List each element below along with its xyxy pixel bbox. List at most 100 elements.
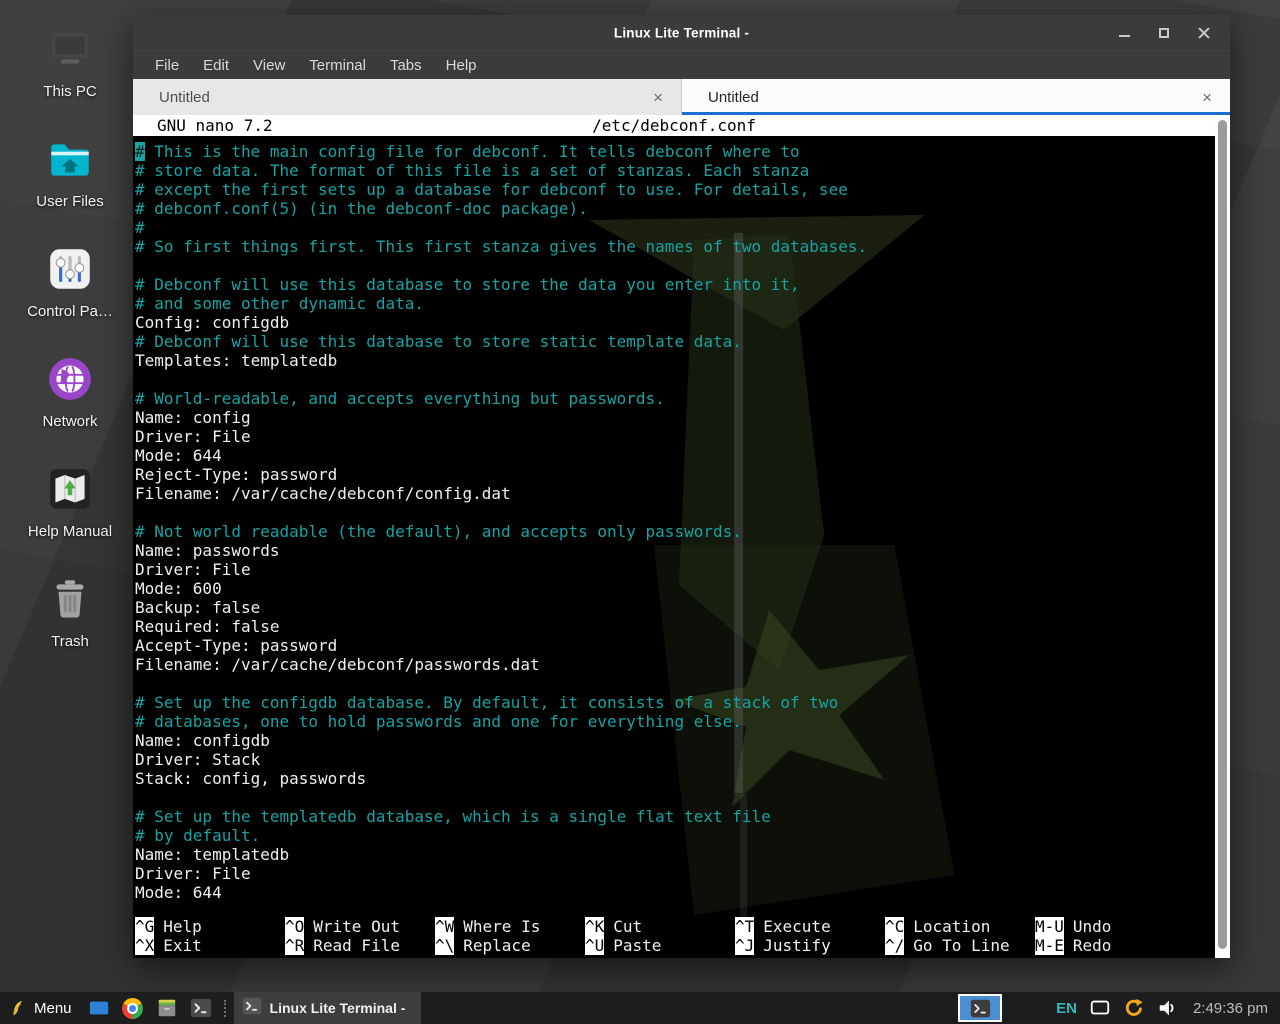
desktop-icon-label: Control Pa… [27,303,113,320]
keyboard-layout-indicator[interactable]: EN [1056,1000,1077,1017]
shortcut-key: M-E [1035,936,1064,955]
scrollbar-thumb[interactable] [1218,120,1227,949]
shortcut-label: Where Is [463,917,540,936]
menu-button[interactable]: Menu [0,992,82,1024]
terminal-window: Linux Lite Terminal - File Edit View Termin… [133,15,1230,958]
editor-line: Accept-Type: password [135,636,1215,655]
desktop-icon-label: This PC [43,83,96,100]
desktop-icon-network[interactable]: Network [10,354,130,450]
desktop-icon-this-pc[interactable]: This PC [10,24,130,120]
menu-terminal[interactable]: Terminal [309,57,366,74]
updates-icon[interactable] [1122,996,1146,1020]
shortcut-column: ^GHelp^XExit [135,917,285,955]
file-manager-icon[interactable] [155,996,179,1020]
editor-line: # [135,218,1215,237]
linux-lite-logo-icon [8,997,27,1019]
editor-line: # Set up the templatedb database, which … [135,807,1215,826]
menu-help[interactable]: Help [446,57,477,74]
shortcut-key: ^U [585,936,604,955]
terminal-area: GNU nano 7.2 /etc/debconf.conf # This is… [133,115,1230,958]
editor-line: Mode: 644 [135,446,1215,465]
editor-line: Stack: config, passwords [135,769,1215,788]
close-tab-icon[interactable]: × [653,89,663,106]
desktop-icon-control-pa[interactable]: Control Pa… [10,244,130,340]
tray-terminal-icon[interactable] [958,994,1002,1022]
shortcut-label: Read File [313,936,400,955]
editor-line: # by default. [135,826,1215,845]
desktop-icon-label: User Files [36,193,104,210]
shortcut-key: ^R [285,936,304,955]
close-button[interactable] [1196,25,1212,41]
terminal-launcher-icon[interactable] [189,996,213,1020]
window-title: Linux Lite Terminal - [614,25,749,40]
menu-file[interactable]: File [155,57,179,74]
shortcut-key: ^C [885,917,904,936]
shortcut-justify: ^J Justify [735,936,885,955]
shortcut-undo: M-UUndo [1035,917,1185,936]
shortcut-label: Execute [763,917,830,936]
editor-line: Config: configdb [135,313,1215,332]
editor-line: # World-readable, and accepts everything… [135,389,1215,408]
shortcut-location: ^C Location [885,917,1035,936]
editor-line: Name: templatedb [135,845,1215,864]
editor-line: Backup: false [135,598,1215,617]
editor-line: # Set up the configdb database. By defau… [135,693,1215,712]
computer-icon [45,24,95,74]
editor-line: # databases, one to hold passwords and o… [135,712,1215,731]
minimize-button[interactable] [1116,25,1132,41]
editor-line: # and some other dynamic data. [135,294,1215,313]
editor-line [135,503,1215,522]
editor-line: Required: false [135,617,1215,636]
desktop-icon-label: Help Manual [28,523,112,540]
shortcut-label: Go To Line [913,936,1009,955]
show-desktop-icon[interactable] [87,996,111,1020]
terminal-content[interactable]: GNU nano 7.2 /etc/debconf.conf # This is… [133,115,1215,958]
editor-line: Reject-Type: password [135,465,1215,484]
desktop-icon-trash[interactable]: Trash [10,574,130,670]
shortcut-key: ^X [135,936,154,955]
close-tab-icon[interactable]: × [1202,89,1212,106]
editor-line: Filename: /var/cache/debconf/config.dat [135,484,1215,503]
shortcut-label: Paste [613,936,661,955]
desktop-icon-label: Trash [51,633,89,650]
taskbar-window-button[interactable]: Linux Lite Terminal - [234,992,422,1024]
shortcut-exit: ^XExit [135,936,285,955]
shortcut-label: Location [913,917,990,936]
shortcut-redo: M-ERedo [1035,936,1185,955]
editor-line: Driver: File [135,560,1215,579]
menu-view[interactable]: View [253,57,285,74]
tab-1[interactable]: Untitled× [133,79,682,115]
shortcut-label: Justify [763,936,830,955]
maximize-button[interactable] [1156,25,1172,41]
volume-icon[interactable] [1156,996,1180,1020]
tab-2[interactable]: Untitled× [682,79,1230,115]
titlebar[interactable]: Linux Lite Terminal - [133,15,1230,50]
shortcut-label: Cut [613,917,642,936]
taskbar: Menu Linux Lite Terminal - EN [0,992,1280,1024]
menu-tabs[interactable]: Tabs [390,57,422,74]
editor-line: Name: passwords [135,541,1215,560]
shortcut-key: ^O [285,917,304,936]
editor-text[interactable]: # This is the main config file for debco… [133,142,1215,902]
shortcut-key: ^J [735,936,754,955]
display-icon[interactable] [1088,996,1112,1020]
desktop-icon-user-files[interactable]: User Files [10,134,130,230]
chrome-icon[interactable] [121,996,145,1020]
editor-line: Name: config [135,408,1215,427]
editor-line: # Debconf will use this database to stor… [135,275,1215,294]
editor-line: # So first things first. This first stan… [135,237,1215,256]
shortcut-go-to-line: ^/Go To Line [885,936,1035,955]
editor-line: Name: configdb [135,731,1215,750]
shortcut-write-out: ^OWrite Out [285,917,435,936]
editor-line: Filename: /var/cache/debconf/passwords.d… [135,655,1215,674]
nano-shortcuts: ^GHelp^XExit^OWrite Out^RRead File^WWher… [135,917,1215,955]
scrollbar[interactable] [1215,115,1230,958]
editor-line: # Not world readable (the default), and … [135,522,1215,541]
taskbar-separator [224,1000,226,1017]
menu-edit[interactable]: Edit [203,57,229,74]
shortcut-cut: ^KCut [585,917,735,936]
shortcut-column: M-UUndoM-ERedo [1035,917,1185,955]
desktop-icon-help-manual[interactable]: Help Manual [10,464,130,560]
editor-line [135,674,1215,693]
text-cursor: # [135,142,145,161]
